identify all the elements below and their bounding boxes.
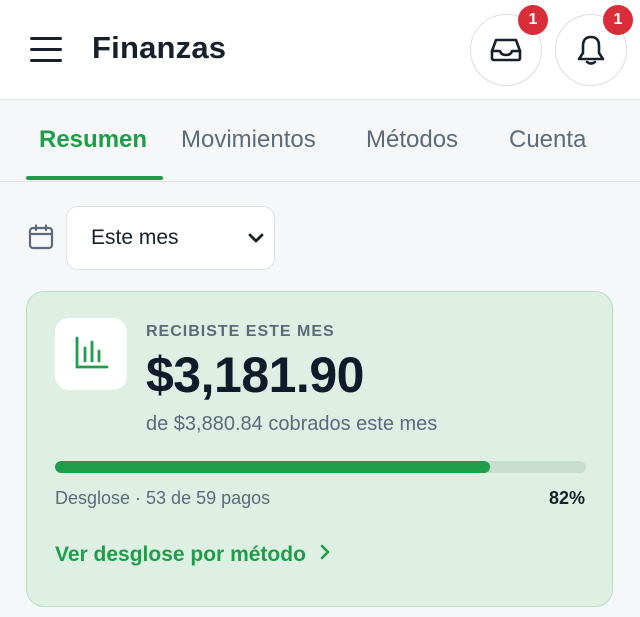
notifications-button[interactable]: 1 [555, 5, 633, 86]
progress-percent: 82% [548, 488, 585, 508]
hamburger-menu-icon[interactable] [30, 35, 62, 65]
chevron-down-icon [248, 233, 264, 243]
menu-line [30, 59, 62, 62]
tab-bar: Resumen Movimientos Métodos Cuenta [0, 100, 640, 182]
chart-tile [55, 318, 127, 390]
progress-fill [55, 461, 491, 473]
notifications-badge: 1 [603, 5, 633, 35]
collected-subtitle: de $3,880.84 cobrados este mes [146, 413, 438, 435]
menu-line [30, 48, 62, 51]
summary-card: RECIBISTE ESTE MES $3,181.90 de $3,880.8… [26, 291, 613, 607]
period-select[interactable]: Este mes [66, 206, 275, 270]
view-breakdown-link[interactable]: Ver desglose por método [55, 543, 330, 567]
menu-line [30, 37, 62, 40]
inbox-tray-icon [490, 38, 522, 62]
progress-bar [55, 461, 586, 473]
main-content: Este mes RECIBISTE ESTE MES $3,181.90 de… [0, 182, 640, 617]
inbox-badge: 1 [518, 5, 548, 35]
card-label: RECIBISTE ESTE MES [146, 323, 335, 340]
tab-metodos[interactable]: Métodos [366, 126, 458, 154]
chevron-right-icon [320, 544, 330, 560]
active-tab-indicator [26, 176, 163, 180]
breakdown-count: Desglose · 53 de 59 pagos [55, 488, 271, 508]
tab-resumen[interactable]: Resumen [39, 126, 147, 154]
received-amount: $3,181.90 [146, 347, 364, 403]
bell-icon [577, 35, 605, 65]
calendar-icon [28, 224, 54, 250]
bar-chart-icon [75, 336, 109, 369]
tab-movimientos[interactable]: Movimientos [181, 126, 316, 154]
view-breakdown-label: Ver desglose por método [55, 543, 306, 566]
inbox-button[interactable]: 1 [470, 5, 548, 86]
app-header: Finanzas 1 1 [0, 0, 640, 100]
period-select-value: Este mes [91, 226, 179, 249]
page-title: Finanzas [92, 30, 227, 65]
tab-cuenta[interactable]: Cuenta [509, 126, 586, 154]
